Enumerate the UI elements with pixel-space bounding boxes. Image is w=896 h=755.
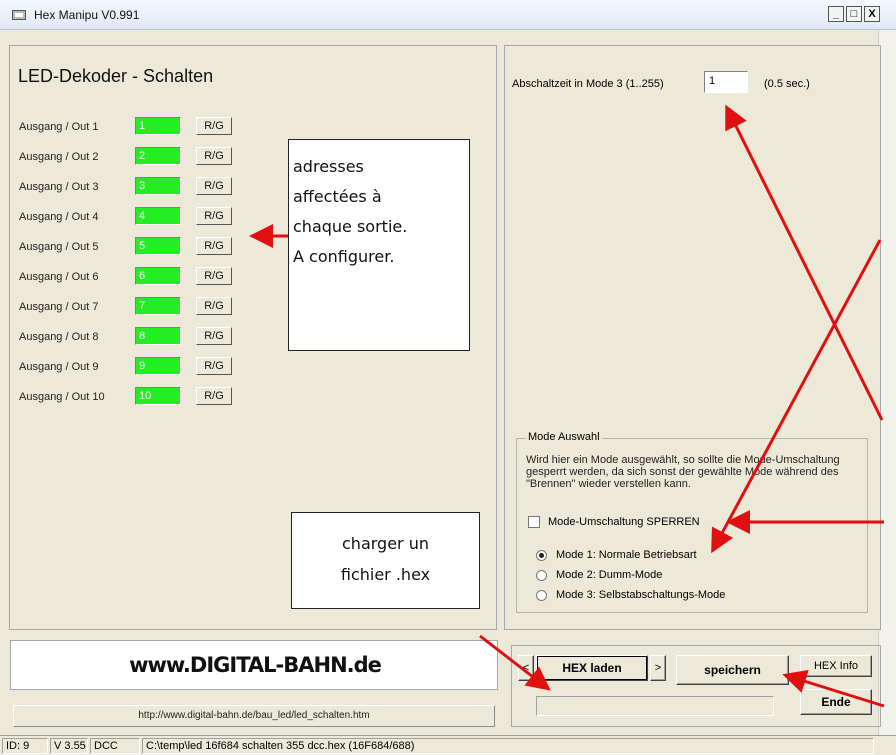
arrow-to-abschaltzeit	[725, 104, 884, 421]
annotation-arrows	[249, 104, 885, 708]
arrow-to-hex-laden	[479, 634, 551, 691]
arrow-to-mode-radio	[711, 239, 882, 554]
arrow-to-speichern	[782, 669, 885, 708]
